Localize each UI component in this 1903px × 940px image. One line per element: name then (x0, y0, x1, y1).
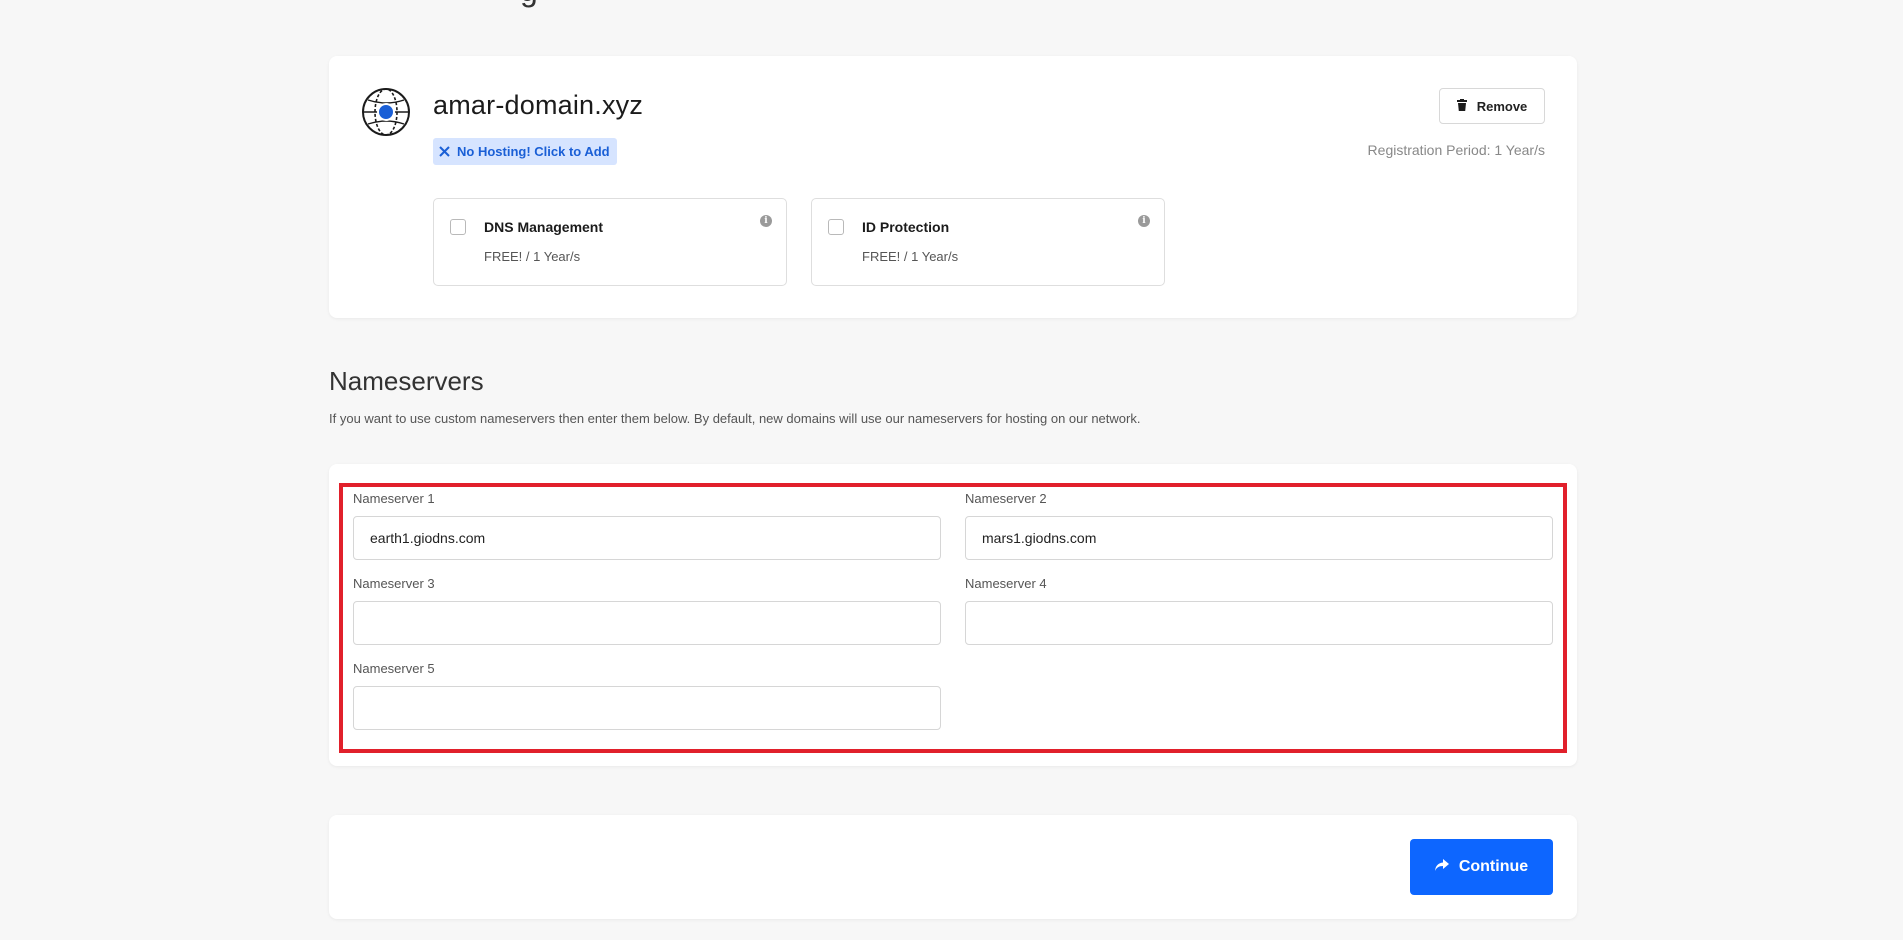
remove-button[interactable]: Remove (1439, 88, 1545, 124)
domain-card: amar-domain.xyz No Hosting! Click to Add… (329, 56, 1577, 318)
nameserver-1-input[interactable] (353, 516, 941, 560)
dns-management-checkbox[interactable] (450, 219, 466, 235)
nameserver-1-label: Nameserver 1 (353, 491, 435, 506)
addon-title: ID Protection (862, 219, 950, 235)
registration-period: Registration Period: 1 Year/s (1367, 142, 1545, 158)
nameserver-4-label: Nameserver 4 (965, 576, 1047, 591)
nameservers-card: Nameserver 1 Nameserver 2 Nameserver 3 N… (329, 464, 1577, 766)
domain-name: amar-domain.xyz (433, 90, 644, 120)
globe-icon (360, 86, 412, 138)
nameserver-2-label: Nameserver 2 (965, 491, 1047, 506)
remove-label: Remove (1476, 98, 1528, 114)
nameserver-1-group: Nameserver 1 (353, 491, 941, 560)
id-protection-checkbox[interactable] (828, 219, 844, 235)
share-arrow-icon (1434, 858, 1449, 876)
addon-price: FREE! / 1 Year/s (862, 249, 959, 264)
continue-button[interactable]: Continue (1410, 839, 1553, 895)
addon-id-protection: ID Protection FREE! / 1 Year/s i (811, 198, 1165, 286)
nameservers-heading: Nameservers (329, 366, 484, 396)
nameserver-3-input[interactable] (353, 601, 941, 645)
add-hosting-badge[interactable]: No Hosting! Click to Add (433, 138, 617, 165)
page-title-fragment: g (520, 0, 538, 9)
page: g amar-domain.xyz No Hosting! Click to A… (0, 0, 1903, 940)
close-icon (437, 145, 451, 159)
nameserver-5-label: Nameserver 5 (353, 661, 435, 676)
addon-price: FREE! / 1 Year/s (484, 249, 581, 264)
nameserver-2-group: Nameserver 2 (965, 491, 1553, 560)
nameserver-5-input[interactable] (353, 686, 941, 730)
add-hosting-label: No Hosting! Click to Add (457, 144, 610, 159)
nameserver-3-group: Nameserver 3 (353, 576, 941, 645)
addon-dns-management: DNS Management FREE! / 1 Year/s i (433, 198, 787, 286)
continue-label: Continue (1458, 858, 1529, 875)
continue-card: Continue (329, 815, 1577, 919)
nameserver-5-group: Nameserver 5 (353, 661, 941, 730)
addon-title: DNS Management (484, 219, 604, 235)
nameserver-2-input[interactable] (965, 516, 1553, 560)
trash-icon (1456, 98, 1467, 114)
nameserver-4-input[interactable] (965, 601, 1553, 645)
nameserver-4-group: Nameserver 4 (965, 576, 1553, 645)
nameserver-3-label: Nameserver 3 (353, 576, 435, 591)
info-icon[interactable]: i (1138, 215, 1150, 227)
info-icon[interactable]: i (760, 215, 772, 227)
nameservers-description: If you want to use custom nameservers th… (329, 411, 1141, 426)
